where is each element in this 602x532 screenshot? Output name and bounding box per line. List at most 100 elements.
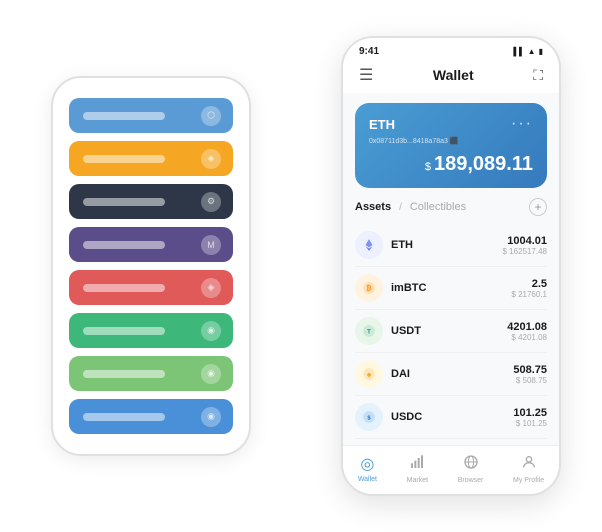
card-label xyxy=(83,413,165,421)
asset-row-eth[interactable]: ETH 1004.01 $ 162517.48 xyxy=(355,224,547,267)
scene: ⬡ ◈ ⚙ M ◈ ◉ ◉ ◉ xyxy=(11,11,591,521)
card-icon: ◈ xyxy=(201,278,221,298)
nav-item-market[interactable]: Market xyxy=(407,454,428,484)
signal-icon: ▌▌ xyxy=(513,47,524,56)
asset-row-usdt[interactable]: T USDT 4201.08 $ 4201.08 xyxy=(355,310,547,353)
wallet-card-5[interactable]: ◈ xyxy=(69,270,233,305)
card-label xyxy=(83,155,165,163)
expand-icon[interactable]: ⛶ xyxy=(533,67,543,84)
asset-name-usdc: USDC xyxy=(391,411,513,423)
phone-header: 9:41 ▌▌ ▲ ▮ ☰ Wallet ⛶ xyxy=(343,38,559,93)
asset-secondary-dai: $ 508.75 xyxy=(513,376,547,385)
asset-row-imbtc[interactable]: ₿ imBTC 2.5 $ 21760.1 xyxy=(355,267,547,310)
wallet-address: 0x08711d3b...8418a78a3 ⬛ xyxy=(369,137,533,145)
browser-nav-label: Browser xyxy=(458,477,484,484)
phone-content: ETH ··· 0x08711d3b...8418a78a3 ⬛ $189,08… xyxy=(343,93,559,445)
asset-primary-eth: 1004.01 xyxy=(503,235,548,247)
profile-nav-label: My Profile xyxy=(513,477,544,484)
wallet-card[interactable]: ETH ··· 0x08711d3b...8418a78a3 ⬛ $189,08… xyxy=(355,103,547,188)
asset-amounts-usdc: 101.25 $ 101.25 xyxy=(513,407,547,428)
app-nav-bar: ☰ Wallet ⛶ xyxy=(359,65,543,93)
wallet-card-3[interactable]: ⚙ xyxy=(69,184,233,219)
card-label xyxy=(83,112,165,120)
status-icons: ▌▌ ▲ ▮ xyxy=(513,47,543,56)
svg-text:◈: ◈ xyxy=(366,371,372,378)
wallet-card-top: ETH ··· xyxy=(369,115,533,133)
wallet-balance: $189,089.11 xyxy=(369,153,533,176)
tab-divider: / xyxy=(399,202,402,213)
market-nav-label: Market xyxy=(407,477,428,484)
wallet-card-6[interactable]: ◉ xyxy=(69,313,233,348)
asset-row-usdc[interactable]: $ USDC 101.25 $ 101.25 xyxy=(355,396,547,439)
wallet-nav-icon: ◎ xyxy=(360,454,374,474)
wallet-nav-label: Wallet xyxy=(358,476,377,483)
wifi-icon: ▲ xyxy=(528,47,536,56)
asset-amounts-eth: 1004.01 $ 162517.48 xyxy=(503,235,548,256)
assets-tabs: Assets / Collectibles xyxy=(355,201,466,213)
card-icon: ◈ xyxy=(201,149,221,169)
card-label xyxy=(83,370,165,378)
asset-primary-imbtc: 2.5 xyxy=(511,278,547,290)
wallet-card-2[interactable]: ◈ xyxy=(69,141,233,176)
card-icon: ◉ xyxy=(201,407,221,427)
asset-amounts-usdt: 4201.08 $ 4201.08 xyxy=(507,321,547,342)
svg-text:T: T xyxy=(367,328,371,335)
asset-secondary-usdc: $ 101.25 xyxy=(513,419,547,428)
asset-row-dai[interactable]: ◈ DAI 508.75 $ 508.75 xyxy=(355,353,547,396)
card-icon: ◉ xyxy=(201,364,221,384)
card-icon: ◉ xyxy=(201,321,221,341)
asset-name-imbtc: imBTC xyxy=(391,282,511,294)
status-bar: 9:41 ▌▌ ▲ ▮ xyxy=(359,46,543,57)
menu-icon[interactable]: ☰ xyxy=(359,65,373,85)
asset-name-dai: DAI xyxy=(391,368,513,380)
market-nav-icon xyxy=(409,454,425,475)
wallet-card-4[interactable]: M xyxy=(69,227,233,262)
wallet-coin-name: ETH xyxy=(369,117,395,132)
card-label xyxy=(83,198,165,206)
eth-icon xyxy=(355,231,383,259)
imbtc-icon: ₿ xyxy=(355,274,383,302)
usdc-icon: $ xyxy=(355,403,383,431)
battery-icon: ▮ xyxy=(539,47,543,56)
asset-secondary-eth: $ 162517.48 xyxy=(503,247,548,256)
dai-icon: ◈ xyxy=(355,360,383,388)
asset-amounts-imbtc: 2.5 $ 21760.1 xyxy=(511,278,547,299)
currency-symbol: $ xyxy=(425,161,431,173)
asset-name-usdt: USDT xyxy=(391,325,507,337)
tab-collectibles[interactable]: Collectibles xyxy=(410,201,466,213)
bottom-nav: ◎ Wallet Market xyxy=(343,445,559,494)
nav-item-browser[interactable]: Browser xyxy=(458,454,484,484)
profile-nav-icon xyxy=(521,454,537,475)
card-label xyxy=(83,241,165,249)
tab-assets[interactable]: Assets xyxy=(355,201,391,213)
nav-item-wallet[interactable]: ◎ Wallet xyxy=(358,454,377,484)
wallet-card-1[interactable]: ⬡ xyxy=(69,98,233,133)
nav-title: Wallet xyxy=(433,67,474,83)
asset-secondary-usdt: $ 4201.08 xyxy=(507,333,547,342)
asset-primary-dai: 508.75 xyxy=(513,364,547,376)
card-icon: M xyxy=(201,235,221,255)
asset-primary-usdt: 4201.08 xyxy=(507,321,547,333)
asset-secondary-imbtc: $ 21760.1 xyxy=(511,290,547,299)
add-asset-button[interactable]: + xyxy=(529,198,547,216)
asset-list: ETH 1004.01 $ 162517.48 ₿ imBTC xyxy=(355,224,547,445)
status-time: 9:41 xyxy=(359,46,379,57)
front-phone: 9:41 ▌▌ ▲ ▮ ☰ Wallet ⛶ ETH ··· xyxy=(341,36,561,496)
asset-primary-usdc: 101.25 xyxy=(513,407,547,419)
card-icon: ⬡ xyxy=(201,106,221,126)
wallet-card-8[interactable]: ◉ xyxy=(69,399,233,434)
wallet-card-7[interactable]: ◉ xyxy=(69,356,233,391)
card-icon: ⚙ xyxy=(201,192,221,212)
asset-name-eth: ETH xyxy=(391,239,503,251)
card-label xyxy=(83,327,165,335)
balance-amount: 189,089.11 xyxy=(434,153,533,175)
assets-header: Assets / Collectibles + xyxy=(355,198,547,216)
nav-item-profile[interactable]: My Profile xyxy=(513,454,544,484)
card-label xyxy=(83,284,165,292)
asset-amounts-dai: 508.75 $ 508.75 xyxy=(513,364,547,385)
back-phone: ⬡ ◈ ⚙ M ◈ ◉ ◉ ◉ xyxy=(51,76,251,456)
wallet-more-button[interactable]: ··· xyxy=(511,115,533,133)
usdt-icon: T xyxy=(355,317,383,345)
browser-nav-icon xyxy=(463,454,479,475)
svg-text:₿: ₿ xyxy=(366,284,372,292)
